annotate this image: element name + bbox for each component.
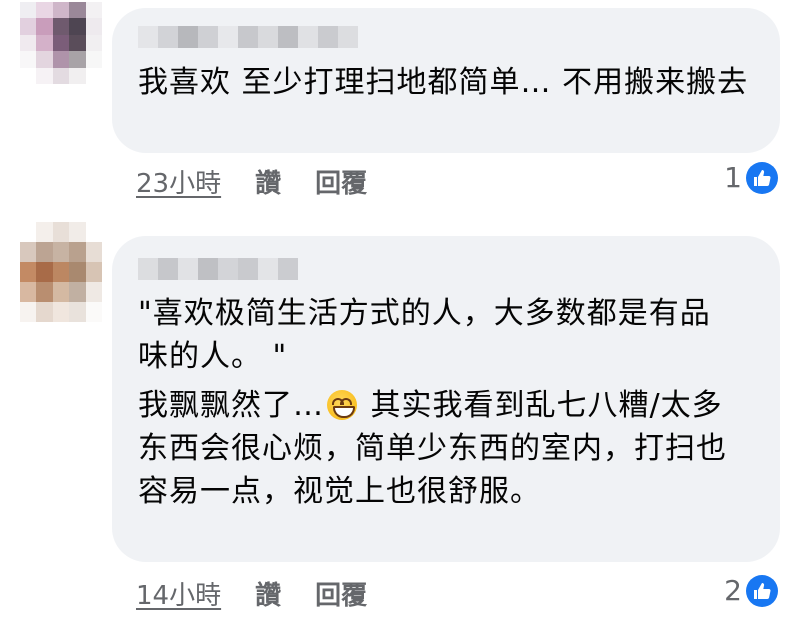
thumbs-up-icon [746, 574, 778, 607]
thumbs-up-icon [746, 161, 778, 194]
reply-button[interactable]: 回覆 [315, 163, 367, 200]
comment-bubble: "喜欢极简生活方式的人，大多数都是有品味的人。 " 我飘飘然了… 其实我看到乱七… [112, 236, 780, 562]
comment-text-line: 我飘飘然了… 其实我看到乱七八糟/太多东西会很心烦，简单少东西的室内，打扫也容易… [138, 384, 740, 513]
reaction-count: 1 [724, 161, 742, 194]
like-button[interactable]: 讚 [255, 575, 281, 612]
comment-text-line: 我喜欢 至少打理扫地都简单… 不用搬来搬去 [138, 65, 749, 100]
reaction-summary[interactable]: 1 [724, 161, 778, 194]
comment-actions: 14小時 讚 回覆 [136, 575, 367, 612]
reply-button[interactable]: 回覆 [315, 575, 367, 612]
avatar[interactable] [20, 222, 102, 322]
comment-text: "喜欢极简生活方式的人，大多数都是有品味的人。 " 我飘飘然了… 其实我看到乱七… [138, 292, 740, 513]
timestamp-link[interactable]: 14小時 [136, 575, 221, 612]
reaction-summary[interactable]: 2 [724, 574, 778, 607]
grinning-face-icon [327, 390, 357, 420]
comment-text: 我喜欢 至少打理扫地都简单… 不用搬来搬去 [138, 61, 760, 104]
avatar[interactable] [20, 2, 102, 84]
comment-actions: 23小時 讚 回覆 [136, 163, 367, 200]
timestamp-link[interactable]: 23小時 [136, 163, 221, 200]
comment-bubble: 我喜欢 至少打理扫地都简单… 不用搬来搬去 [112, 8, 780, 153]
reaction-count: 2 [724, 574, 742, 607]
author-name-blurred[interactable] [138, 258, 298, 280]
like-button[interactable]: 讚 [255, 163, 281, 200]
comment-text-segment: 我飘飘然了… [138, 388, 324, 423]
author-name-blurred[interactable] [138, 26, 358, 48]
comment-text-line: "喜欢极简生活方式的人，大多数都是有品味的人。 " [138, 296, 711, 374]
